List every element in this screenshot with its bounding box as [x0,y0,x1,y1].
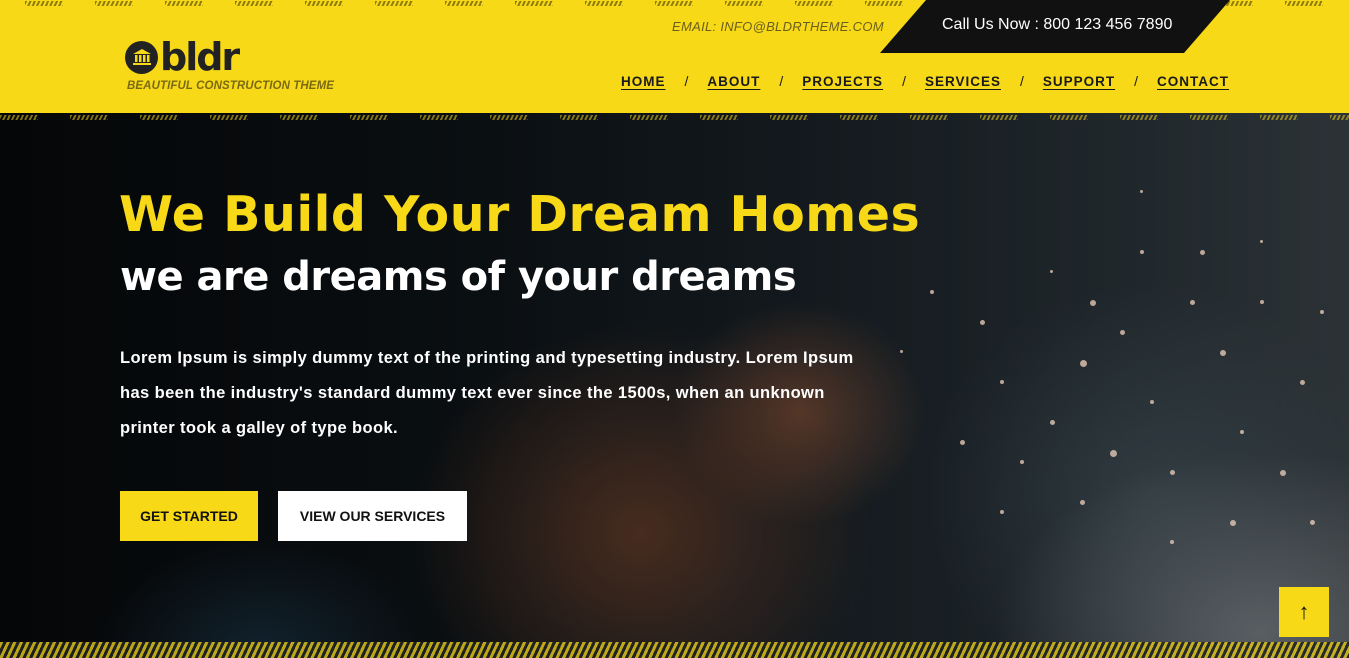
hazard-dash [70,115,108,120]
spark-dot [1320,310,1324,314]
nav-home[interactable]: HOME [621,74,666,89]
hazard-dash [840,115,878,120]
logo-text: bldr [160,35,240,79]
hazard-dash [1050,115,1088,120]
hazard-dash [210,115,248,120]
hazard-dash [700,115,738,120]
spark-dot [1280,470,1286,476]
hero-description: Lorem Ipsum is simply dummy text of the … [120,349,854,437]
hazard-dash [305,1,343,6]
get-started-button[interactable]: GET STARTED [120,491,258,541]
hazard-dash [25,1,63,6]
hazard-dash [1330,115,1349,120]
nav-separator: / [684,73,689,89]
nav-separator: / [902,73,906,89]
call-phone[interactable]: Call Us Now : 800 123 456 7890 [942,16,1172,34]
hazard-dash [375,1,413,6]
spark-dot [1170,470,1175,475]
hazard-dash [560,115,598,120]
spark-dot [900,350,903,353]
hazard-dash [515,1,553,6]
spark-dot [1050,270,1053,273]
spark-dot [1140,190,1143,193]
hazard-dash [280,115,318,120]
site-header: bldr BEAUTIFUL CONSTRUCTION THEME EMAIL:… [0,0,1349,113]
hazard-dash [725,1,763,6]
spark-dot [1310,520,1315,525]
hazard-dash [655,1,693,6]
nav-contact[interactable]: CONTACT [1157,74,1229,89]
spark-dot [1300,380,1305,385]
hazard-dash [1260,115,1298,120]
main-nav: HOME / ABOUT / PROJECTS / SERVICES / SUP… [621,73,1229,89]
spark-dot [960,440,965,445]
spark-dot [1000,380,1004,384]
building-icon [125,40,158,74]
spark-dot [1260,300,1264,304]
hazard-dash [235,1,273,6]
arrow-up-icon: ↑ [1298,599,1310,624]
hazard-dash [420,115,458,120]
nav-services[interactable]: SERVICES [925,74,1001,89]
hazard-dash [585,1,623,6]
spark-dot [980,320,985,325]
hazard-dash [910,115,948,120]
spark-dot [1000,510,1004,514]
hero-title: We Build Your Dream Homes [119,186,921,243]
hazard-dash [445,1,483,6]
spark-dot [1170,540,1174,544]
nav-separator: / [1134,73,1139,89]
hazard-dash [980,115,1018,120]
hero-subtitle: we are dreams of your dreams [120,254,797,300]
hazard-dash [95,1,133,6]
hazard-dash [165,1,203,6]
spark-dot [1110,450,1117,457]
hazard-dash [1285,1,1323,6]
spark-dot [1090,300,1096,306]
hazard-dash [1120,115,1158,120]
spark-dot [1080,360,1087,367]
nav-about[interactable]: ABOUT [707,74,760,89]
spark-dot [1190,300,1195,305]
hazard-dash [1190,115,1228,120]
view-services-button[interactable]: VIEW OUR SERVICES [278,491,467,541]
spark-dot [1020,460,1024,464]
decorative-hazard-stripes [0,113,1349,121]
spark-dot [1220,350,1226,356]
hazard-dash [350,115,388,120]
scroll-to-top-button[interactable]: ↑ [1279,587,1329,637]
spark-dot [1240,430,1244,434]
spark-dot [930,290,934,294]
spark-dot [1230,520,1236,526]
spark-dot [1200,250,1205,255]
site-logo[interactable]: bldr [125,35,240,79]
nav-support[interactable]: SUPPORT [1043,74,1115,89]
nav-separator: / [779,73,784,89]
spark-dot [1080,500,1085,505]
spark-dot [1050,420,1055,425]
logo-tagline: BEAUTIFUL CONSTRUCTION THEME [127,80,335,92]
spark-dot [1120,330,1125,335]
hazard-dash [0,115,38,120]
hazard-dash [630,115,668,120]
hazard-dash [795,1,833,6]
spark-dot [1140,250,1144,254]
hazard-dash [770,115,808,120]
hazard-dash [490,115,528,120]
contact-email[interactable]: EMAIL: INFO@BLDRTHEME.COM [672,19,884,34]
nav-projects[interactable]: PROJECTS [802,74,883,89]
hazard-dash [140,115,178,120]
spark-dot [1150,400,1154,404]
spark-dot [1260,240,1263,243]
decorative-hazard-stripes [0,642,1349,658]
nav-separator: / [1019,73,1024,89]
hazard-dash [865,1,903,6]
